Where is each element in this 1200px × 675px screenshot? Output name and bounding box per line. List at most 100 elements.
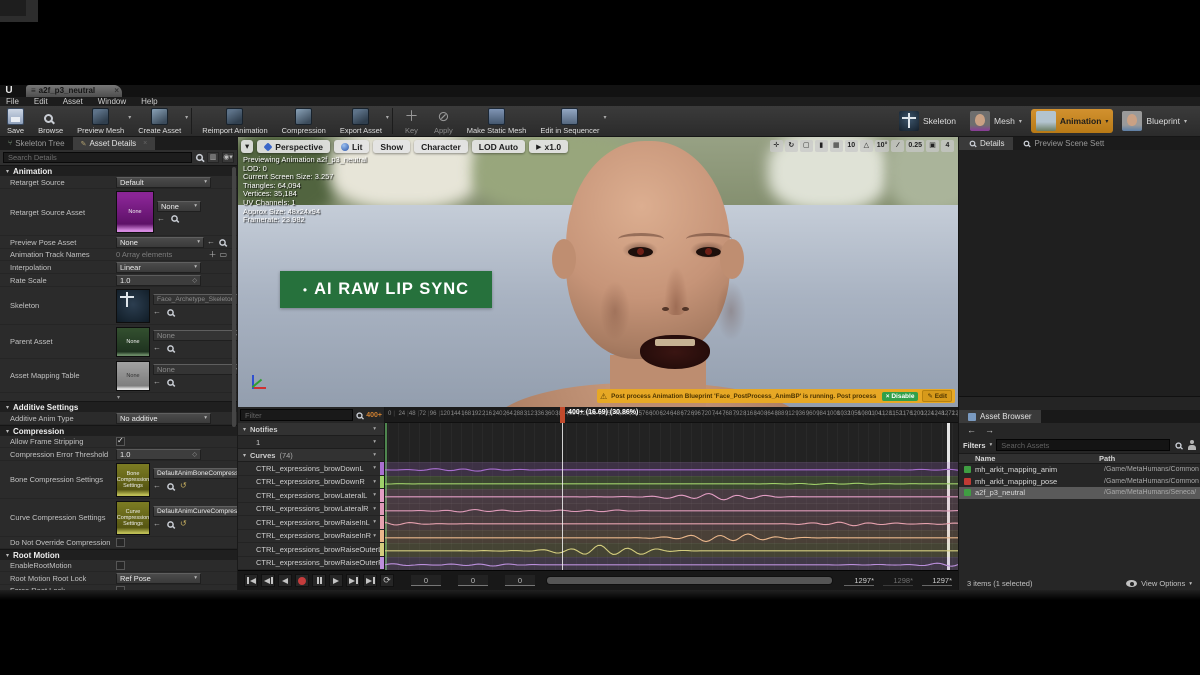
- to-front-button[interactable]: [244, 574, 258, 587]
- preview-pose-asset-dropdown[interactable]: None▾: [116, 237, 204, 248]
- curve-track-band[interactable]: [385, 557, 958, 571]
- retarget-source-dropdown[interactable]: Default▾: [116, 177, 211, 188]
- section-additive-settings[interactable]: ▾ Additive Settings: [0, 401, 237, 412]
- track-options-icon[interactable]: ▾: [373, 479, 376, 485]
- menu-item[interactable]: Window: [98, 97, 126, 106]
- rotation-snap-value[interactable]: 10°: [875, 140, 890, 152]
- left-panel-scrollbar[interactable]: [232, 167, 236, 427]
- use-selected-icon[interactable]: ←: [207, 237, 215, 247]
- timeline-ruler[interactable]: 0244872961201441681922162402642883123363…: [385, 407, 958, 423]
- loop-button[interactable]: ⟳: [380, 574, 394, 587]
- range-end-field[interactable]: 1297*: [922, 576, 952, 586]
- preview-mesh-button[interactable]: Preview Mesh ▾: [70, 106, 131, 136]
- step-backward-button[interactable]: [261, 574, 275, 587]
- character-button[interactable]: Character: [414, 140, 468, 153]
- back-icon[interactable]: ←: [967, 425, 976, 435]
- lod-auto-button[interactable]: LOD Auto: [472, 140, 525, 153]
- track-options-icon[interactable]: ▾: [373, 492, 376, 498]
- column-view-button[interactable]: ▥: [207, 152, 219, 163]
- grid-snap-toggle-icon[interactable]: ▦: [830, 140, 843, 152]
- track-options-icon[interactable]: ▾: [373, 533, 376, 539]
- tab-asset-browser[interactable]: Asset Browser: [959, 410, 1041, 423]
- track-options-icon[interactable]: ▾: [373, 439, 376, 445]
- browse-to-asset-icon[interactable]: [167, 521, 174, 528]
- curve-track-row[interactable]: CTRL_expressions_browLateralL ▾: [238, 489, 384, 503]
- add-element-icon[interactable]: ＋: [208, 250, 216, 260]
- reimport-animation-button[interactable]: Reimport Animation: [195, 106, 274, 136]
- curve-track-row[interactable]: CTRL_expressions_browDownR ▾: [238, 476, 384, 490]
- retarget-source-asset-dropdown[interactable]: None▾: [157, 201, 201, 212]
- forward-icon[interactable]: →: [985, 425, 994, 435]
- curve-track-band[interactable]: [385, 543, 958, 557]
- rotate-tool-icon[interactable]: ↻: [785, 140, 798, 152]
- track-options-icon[interactable]: ▾: [373, 519, 376, 525]
- tab-details[interactable]: Details: [959, 137, 1013, 150]
- compression-button[interactable]: Compression: [275, 106, 333, 136]
- viewport[interactable]: ▾ Perspective Lit Show Character LOD Aut…: [238, 137, 958, 407]
- pause-button[interactable]: [312, 574, 326, 587]
- mode-skeleton-button[interactable]: Skeleton: [894, 109, 961, 133]
- to-end-button[interactable]: [363, 574, 377, 587]
- menu-item[interactable]: Asset: [63, 97, 83, 106]
- column-path[interactable]: Path: [1099, 454, 1115, 463]
- browse-to-asset-icon[interactable]: [219, 239, 226, 246]
- use-selected-icon[interactable]: ←: [153, 343, 161, 353]
- skeleton-thumbnail[interactable]: [116, 289, 150, 323]
- tab-preview-scene-settings[interactable]: Preview Scene Sett: [1013, 137, 1113, 150]
- enable-root-motion-checkbox[interactable]: [116, 561, 125, 570]
- use-selected-icon[interactable]: ←: [157, 214, 165, 224]
- curve-track-row[interactable]: CTRL_expressions_browRaiseOuterR ▾: [238, 557, 384, 571]
- playback-speed-button[interactable]: ▶ x1.0: [529, 140, 568, 153]
- curve-compression-settings-thumbnail[interactable]: Curve Compression Settings: [116, 501, 150, 535]
- timeline-scrollbar-thumb[interactable]: [547, 577, 832, 584]
- retarget-source-asset-thumbnail[interactable]: None: [116, 191, 154, 233]
- track-options-icon[interactable]: ▾: [373, 452, 376, 458]
- rate-scale-field[interactable]: 1.0◇: [116, 275, 201, 286]
- record-button[interactable]: [295, 574, 309, 587]
- curve-track-row[interactable]: CTRL_expressions_browLateralR ▾: [238, 503, 384, 517]
- allow-frame-stripping-checkbox[interactable]: [116, 437, 125, 446]
- search-assets-input[interactable]: [996, 439, 1170, 451]
- lit-button[interactable]: Lit: [334, 140, 369, 153]
- scale-snap-value[interactable]: 0.25: [906, 140, 924, 152]
- browse-to-asset-icon[interactable]: [167, 379, 174, 386]
- browse-to-asset-icon[interactable]: [171, 215, 178, 222]
- view-options-button[interactable]: View Options ▾: [1126, 579, 1192, 588]
- edit-post-process-button[interactable]: ✎ Edit: [922, 390, 952, 402]
- tab-skeleton-tree[interactable]: ⑂ Skeleton Tree: [0, 137, 73, 150]
- disable-post-process-button[interactable]: × Disable: [882, 392, 919, 401]
- chevron-down-icon[interactable]: ▾: [990, 442, 993, 448]
- reset-to-default-icon[interactable]: ↺: [180, 481, 187, 491]
- viewport-menu-button[interactable]: ▾: [241, 140, 253, 153]
- section-root-motion[interactable]: ▾ Root Motion: [0, 549, 237, 560]
- compression-error-threshold-field[interactable]: 1.0◇: [116, 449, 201, 460]
- parent-asset-thumbnail[interactable]: None: [116, 327, 150, 357]
- tab-close-icon[interactable]: ×: [143, 140, 147, 147]
- track-options-icon[interactable]: ▾: [373, 426, 376, 432]
- asset-row[interactable]: mh_arkit_mapping_pose /Game/MetaHumans/C…: [959, 476, 1200, 488]
- perspective-button[interactable]: Perspective: [257, 140, 330, 153]
- force-root-lock-checkbox[interactable]: [116, 586, 125, 590]
- curves-track-header[interactable]: ▾ Curves (74) ▾: [238, 449, 384, 462]
- bone-compression-settings-dropdown[interactable]: DefaultAnimBoneCompressionSettings▾: [153, 468, 238, 479]
- chevron-down-icon[interactable]: ▾: [604, 114, 607, 121]
- chevron-down-icon[interactable]: ▾: [1019, 118, 1022, 125]
- curve-track-band[interactable]: [385, 516, 958, 530]
- curve-track-band[interactable]: [385, 476, 958, 490]
- additive-anim-type-dropdown[interactable]: No additive▾: [116, 413, 211, 424]
- curve-track-band[interactable]: [385, 462, 958, 476]
- browse-button[interactable]: Browse: [31, 106, 70, 136]
- curve-track-row[interactable]: CTRL_expressions_browRaiseOuterL ▾: [238, 543, 384, 557]
- play-reverse-button[interactable]: [278, 574, 292, 587]
- timeline-scrollbar[interactable]: [546, 576, 833, 585]
- tab-close-icon[interactable]: ×: [114, 85, 119, 97]
- curve-canvas[interactable]: [385, 423, 958, 570]
- do-not-override-compression-checkbox[interactable]: [116, 538, 125, 547]
- frame-field[interactable]: 0: [411, 575, 441, 586]
- track-filter-input[interactable]: [240, 409, 353, 421]
- rotation-snap-toggle-icon[interactable]: △: [860, 140, 873, 152]
- chevron-down-icon[interactable]: ▾: [1184, 118, 1187, 125]
- camera-speed-value[interactable]: 4: [941, 140, 954, 152]
- column-name[interactable]: Name: [959, 454, 1099, 463]
- mode-animation-button[interactable]: Animation ▾: [1031, 109, 1114, 133]
